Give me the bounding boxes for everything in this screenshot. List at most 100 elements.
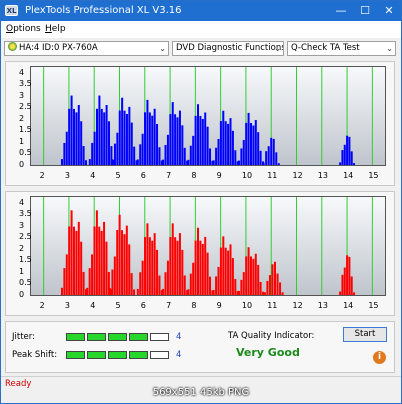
chart-bar: [141, 260, 144, 295]
top-chart-plot: [30, 66, 386, 166]
chart-bar: [187, 159, 190, 165]
chart-bar: [209, 148, 212, 165]
chart-bar: [209, 276, 212, 295]
chart-bar: [144, 237, 147, 295]
jitter-meter-segment: [108, 333, 127, 341]
jitter-label: Jitter:: [12, 332, 35, 342]
chart-bar: [121, 97, 124, 165]
x-tick-label: 8: [191, 301, 197, 310]
function-select[interactable]: DVD Diagnostic Functions ⌄: [172, 41, 284, 56]
chart-bar: [212, 160, 215, 165]
chart-bar: [118, 110, 121, 165]
chart-bar: [146, 223, 149, 295]
chart-bar: [252, 258, 255, 295]
maximize-button[interactable]: ☐: [357, 3, 373, 19]
toolbar: HA:4 ID:0 PX-760A ⌄ DVD Diagnostic Funct…: [1, 38, 401, 58]
chart-bar: [245, 256, 248, 295]
chart-bar: [254, 120, 257, 165]
app-window: XL PlexTools Professional XL V3.16 — ☐ ✕…: [0, 0, 402, 404]
chart-bar: [271, 264, 274, 295]
chart-bar: [339, 291, 342, 295]
chart-bar: [141, 133, 144, 165]
menu-options[interactable]: Options: [6, 24, 41, 35]
chart-bar: [100, 108, 103, 165]
info-icon[interactable]: i: [373, 351, 386, 364]
chart-bar: [108, 121, 111, 165]
chart-bar: [158, 275, 161, 295]
chart-bar: [259, 281, 262, 295]
chart-bar: [178, 110, 181, 165]
x-tick-label: 6: [140, 171, 146, 180]
chart-bar: [162, 159, 165, 165]
chart-bar: [65, 254, 68, 295]
chart-bar: [169, 237, 172, 295]
chart-bar: [88, 159, 91, 165]
chart-bar: [103, 221, 106, 295]
peak-shift-meter-segment: [66, 351, 85, 359]
y-tick-label: 0: [19, 290, 25, 299]
chart-bar: [164, 145, 167, 165]
x-tick-label: 12: [292, 301, 303, 310]
y-tick-label: 3: [19, 220, 25, 230]
y-tick-label: 2.5: [19, 232, 32, 242]
chart-bar: [183, 275, 186, 295]
chart-bar: [187, 289, 190, 295]
jitter-meter-segment: [129, 333, 148, 341]
x-tick-label: 15: [368, 301, 379, 310]
chart-bar: [153, 233, 156, 295]
drive-select-value: HA:4 ID:0 PX-760A: [19, 43, 98, 53]
peak-shift-label: Peak Shift:: [12, 350, 58, 360]
chart-bar: [123, 234, 126, 295]
close-button[interactable]: ✕: [381, 3, 397, 19]
chart-bar: [215, 147, 218, 165]
drive-select[interactable]: HA:4 ID:0 PX-760A ⌄: [4, 41, 169, 56]
jitter-value: 4: [176, 332, 182, 342]
function-select-value: DVD Diagnostic Functions: [176, 43, 284, 53]
chart-bar: [139, 272, 142, 295]
start-button[interactable]: Start: [343, 327, 387, 342]
chart-bar: [204, 236, 207, 295]
chevron-down-icon: ⌄: [274, 44, 281, 53]
chart-bar: [192, 262, 195, 295]
chart-bar: [93, 131, 96, 165]
chart-bar: [346, 255, 349, 295]
chart-bar: [237, 160, 240, 165]
x-tick-label: 13: [317, 301, 328, 310]
chart-bar: [156, 249, 159, 295]
y-tick-label: 1.5: [19, 255, 32, 265]
y-tick-label: 0: [19, 160, 25, 169]
chart-bar: [156, 123, 159, 165]
test-select[interactable]: Q-Check TA Test ⌄: [287, 41, 396, 56]
ta-quality-value: Very Good: [236, 346, 300, 359]
menu-help[interactable]: Help: [45, 24, 66, 35]
chart-bar: [237, 290, 240, 295]
results-panel: Jitter: 4 Peak Shift: 4 TA Quality Indic…: [5, 321, 395, 373]
chart-bar: [65, 131, 68, 165]
chart-bar: [348, 256, 351, 295]
chart-bar: [206, 252, 209, 295]
chart-bar: [75, 112, 78, 165]
chart-bar: [103, 112, 106, 165]
chart-bar: [275, 152, 278, 165]
chart-bar: [192, 135, 195, 165]
chart-bar: [189, 273, 192, 295]
chart-bar: [201, 244, 204, 295]
chart-bar: [105, 105, 108, 165]
chart-bar: [176, 240, 179, 295]
chart-bar: [174, 114, 177, 165]
x-tick-label: 6: [140, 301, 146, 310]
chart-bar: [341, 274, 344, 295]
bottom-chart-svg: [43, 197, 373, 295]
chart-bar: [227, 123, 230, 165]
chart-bar: [72, 226, 75, 295]
chart-bar: [91, 254, 94, 295]
chart-bar: [113, 143, 116, 165]
minimize-button[interactable]: —: [333, 3, 349, 19]
chart-bar: [189, 145, 192, 165]
chart-bar: [125, 225, 128, 295]
app-icon: XL: [5, 5, 18, 16]
chart-bar: [162, 288, 165, 295]
chart-bar: [268, 275, 271, 295]
chart-bar: [343, 144, 346, 165]
chart-bar: [70, 95, 73, 165]
